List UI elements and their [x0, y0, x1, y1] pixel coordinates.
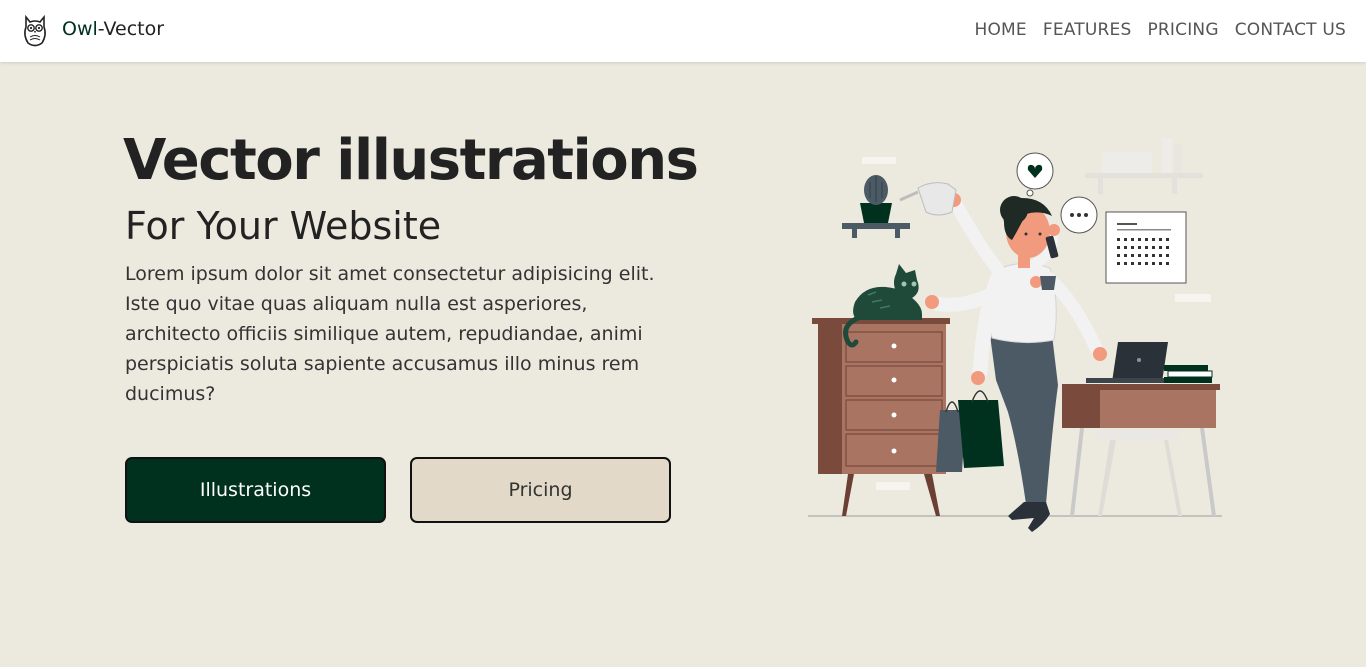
hero-title: Vector illustrations — [123, 128, 699, 193]
nav-menu: HOME FEATURES PRICING CONTACT US — [958, 20, 1346, 40]
brand[interactable]: Owl-Vector — [20, 13, 164, 49]
nav-pricing-link[interactable]: PRICING — [1147, 20, 1218, 40]
hero-description: Lorem ipsum dolor sit amet consectetur a… — [125, 263, 655, 405]
hero-subtitle: For Your Website — [125, 204, 442, 248]
illustrations-button[interactable]: Illustrations — [125, 457, 386, 523]
brand-name-strong: Owl — [62, 18, 98, 40]
nav-features-link[interactable]: FEATURES — [1043, 20, 1132, 40]
multitasking-woman-illustration — [808, 138, 1222, 532]
nav-home-link[interactable]: HOME — [974, 20, 1026, 40]
navbar: Owl-Vector HOME FEATURES PRICING CONTACT… — [0, 0, 1366, 62]
brand-name: Owl-Vector — [62, 18, 164, 40]
pricing-button[interactable]: Pricing — [410, 457, 671, 523]
brand-name-rest: -Vector — [97, 18, 165, 40]
owl-icon — [24, 14, 46, 47]
nav-contact-link[interactable]: CONTACT US — [1235, 20, 1346, 40]
